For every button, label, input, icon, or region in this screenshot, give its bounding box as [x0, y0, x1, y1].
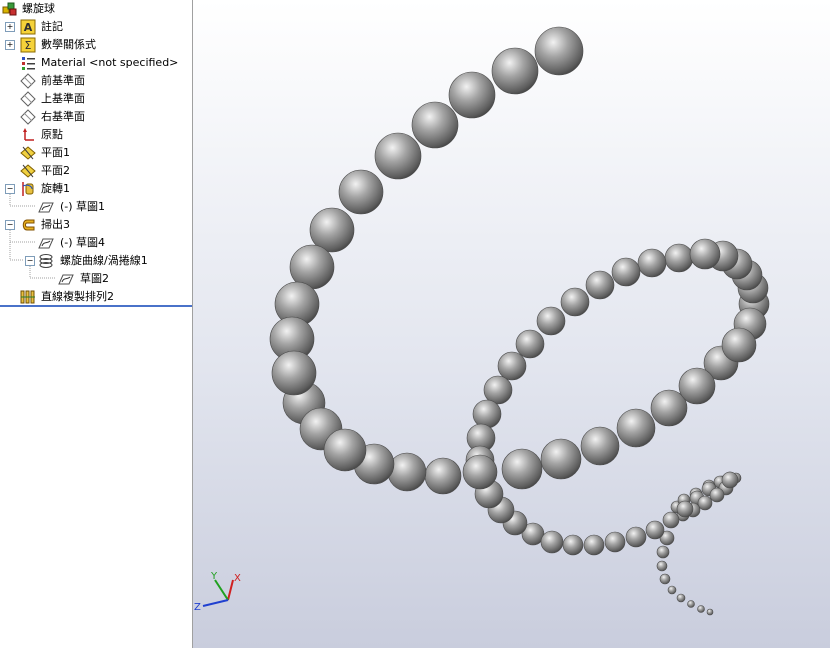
sphere: [472, 399, 502, 429]
rollback-bar[interactable]: [0, 305, 192, 307]
sphere: [536, 306, 566, 336]
sphere: [501, 448, 543, 490]
orientation-triad[interactable]: X Y Z: [193, 570, 253, 620]
sphere: [585, 270, 615, 300]
sphere: [583, 534, 605, 556]
sphere: [721, 471, 739, 489]
sphere: [645, 520, 665, 540]
sphere: [662, 511, 680, 529]
feature-manager-tree: 螺旋球 + A 註記 + Σ 數學關係式 Material <not speci…: [0, 0, 193, 648]
sphere: [656, 545, 670, 559]
sphere: [338, 169, 384, 215]
sphere: [604, 531, 626, 553]
sketch2-label: 草圖2: [80, 272, 109, 285]
tree-connector-lines: [9, 194, 56, 279]
sphere: [667, 585, 677, 595]
sphere: [709, 487, 725, 503]
sphere: [323, 428, 367, 472]
sphere: [659, 573, 671, 585]
sphere: [448, 71, 496, 119]
sphere: [562, 534, 584, 556]
sphere: [387, 452, 427, 492]
sketch4-label: (-) 草圖4: [60, 236, 106, 249]
y-axis-label: Y: [210, 571, 218, 582]
sphere: [540, 438, 582, 480]
sphere: [687, 600, 695, 608]
sphere: [664, 243, 694, 273]
sphere: [697, 495, 713, 511]
sphere: [706, 608, 714, 616]
x-axis-line: [227, 579, 234, 601]
sphere: [497, 351, 527, 381]
sphere: [491, 47, 539, 95]
sphere: [515, 329, 545, 359]
sphere: [271, 350, 317, 396]
helix-spheres-group: [269, 26, 770, 616]
sphere: [560, 287, 590, 317]
sphere: [374, 132, 422, 180]
sphere: [656, 560, 668, 572]
sphere: [540, 530, 564, 554]
z-axis-line: [202, 599, 229, 607]
sphere: [625, 526, 647, 548]
sphere: [534, 26, 584, 76]
sphere: [678, 367, 716, 405]
sphere: [689, 238, 721, 270]
helix1-label: 螺旋曲線/渦捲線1: [60, 254, 148, 267]
sphere: [697, 605, 705, 613]
y-axis-line: [214, 579, 229, 601]
x-axis-label: X: [234, 573, 241, 584]
sphere: [676, 593, 686, 603]
sphere: [721, 327, 757, 363]
sphere: [637, 248, 667, 278]
sketch-icon: [58, 274, 74, 285]
graphics-viewport[interactable]: X Y Z: [193, 0, 830, 648]
z-axis-label: Z: [194, 602, 201, 613]
sphere: [616, 408, 656, 448]
sketch1-label: (-) 草圖1: [60, 200, 106, 213]
model-view: [269, 26, 770, 616]
sphere: [676, 500, 694, 518]
sphere: [462, 454, 498, 490]
material-label: Material <not specified>: [41, 56, 179, 69]
sphere: [580, 426, 620, 466]
sphere: [411, 101, 459, 149]
sphere: [424, 457, 462, 495]
sphere: [611, 257, 641, 287]
